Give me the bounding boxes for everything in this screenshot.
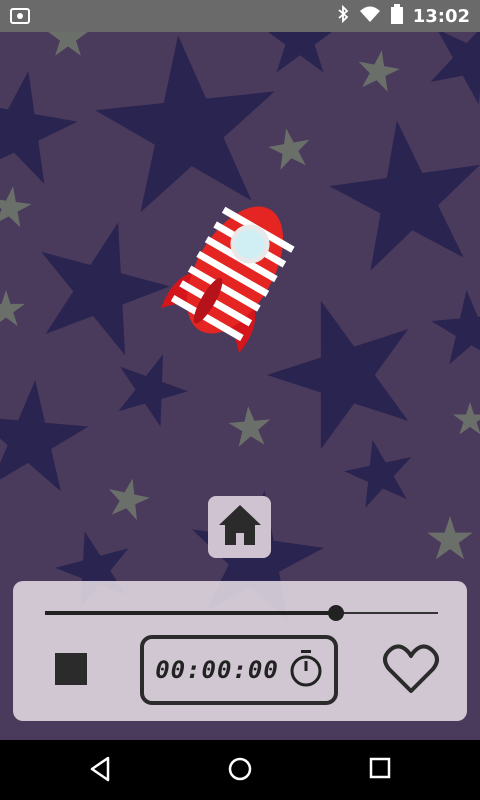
navigation-bar bbox=[0, 740, 480, 800]
status-bar: 13:02 bbox=[0, 0, 480, 32]
home-circle-icon[interactable] bbox=[227, 756, 253, 786]
bluetooth-icon bbox=[337, 4, 349, 27]
screenshot-icon bbox=[10, 7, 30, 29]
timer-text: 00:00:00 bbox=[155, 656, 279, 684]
wifi-icon bbox=[359, 5, 381, 27]
seek-progress bbox=[45, 611, 336, 615]
heart-icon bbox=[383, 644, 439, 699]
home-icon bbox=[217, 503, 263, 551]
home-button[interactable] bbox=[208, 496, 271, 558]
battery-icon bbox=[390, 4, 403, 28]
favorite-button[interactable] bbox=[383, 643, 439, 699]
rocket-icon bbox=[150, 178, 320, 362]
player-panel: 00:00:00 bbox=[13, 581, 467, 721]
recents-icon[interactable] bbox=[368, 756, 392, 784]
stopwatch-icon bbox=[289, 649, 323, 691]
timer-display: 00:00:00 bbox=[140, 635, 338, 705]
stop-button[interactable] bbox=[55, 653, 87, 685]
back-icon[interactable] bbox=[88, 756, 114, 786]
status-time: 13:02 bbox=[412, 5, 470, 27]
seek-thumb[interactable] bbox=[327, 605, 344, 621]
